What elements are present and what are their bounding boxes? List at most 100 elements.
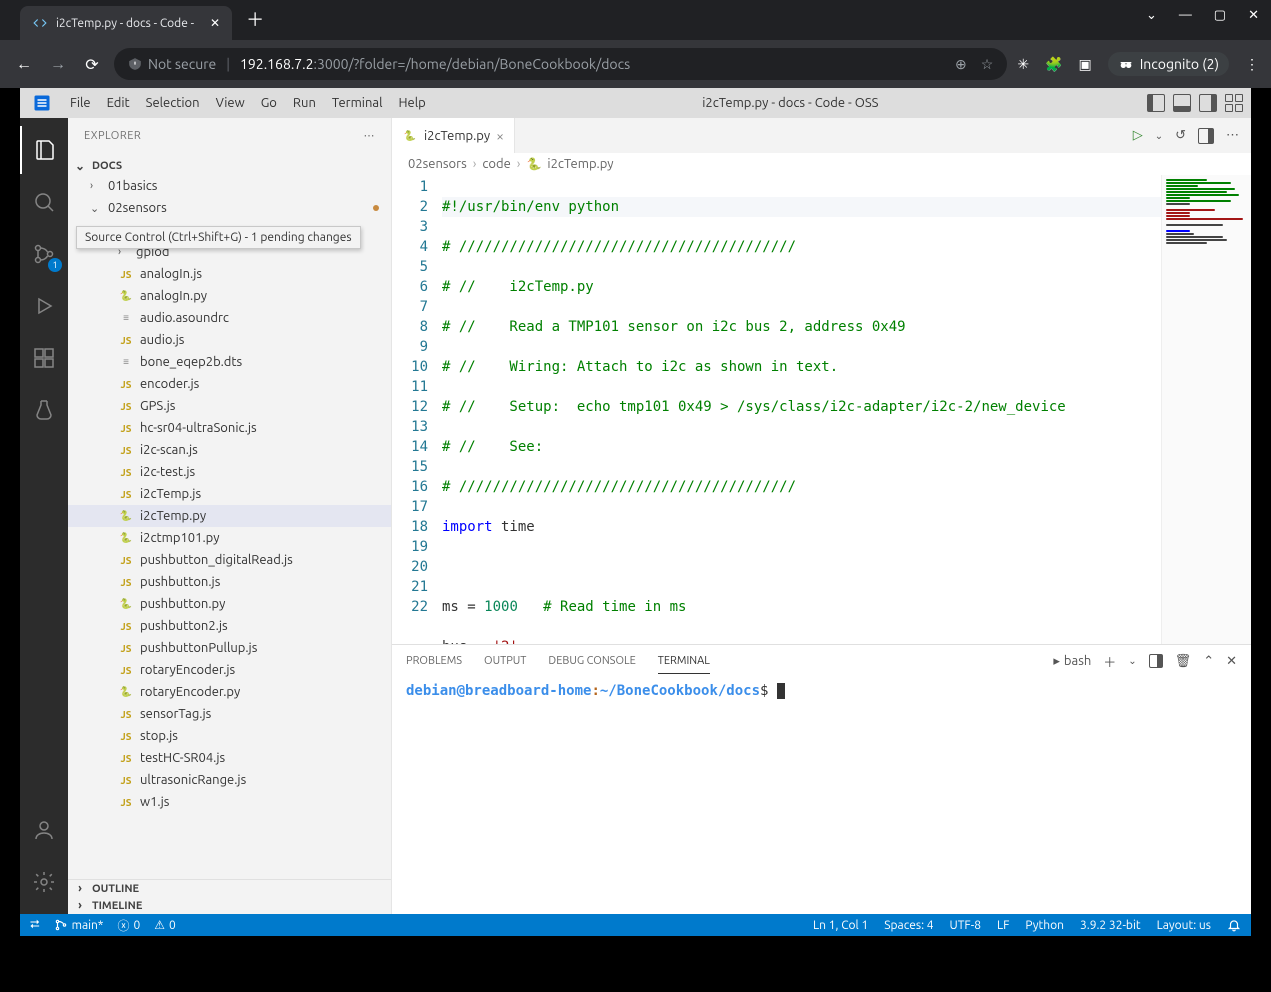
layout-grid-icon[interactable]	[1225, 94, 1243, 112]
file-i2c-scan-js[interactable]: JSi2c-scan.js	[68, 439, 391, 461]
file-rotaryEncoder-js[interactable]: JSrotaryEncoder.js	[68, 659, 391, 681]
run-dropdown-icon[interactable]: ⌄	[1155, 130, 1163, 142]
python-interpreter[interactable]: 3.9.2 32-bit	[1080, 919, 1141, 932]
minimap[interactable]	[1161, 175, 1251, 644]
file-pushbutton-py[interactable]: 🐍pushbutton.py	[68, 593, 391, 615]
editor-more-icon[interactable]: ⋯	[1226, 128, 1239, 143]
incognito-badge[interactable]: Incognito (2)	[1108, 52, 1229, 76]
file-i2cTemp-js[interactable]: JSi2cTemp.js	[68, 483, 391, 505]
file-stop-js[interactable]: JSstop.js	[68, 725, 391, 747]
cursor-position[interactable]: Ln 1, Col 1	[813, 919, 868, 932]
code-content[interactable]: #!/usr/bin/env python # ////////////////…	[442, 175, 1161, 644]
browser-tab[interactable]: i2cTemp.py - docs - Code - ✕	[20, 6, 232, 40]
minimize-icon[interactable]: —	[1179, 8, 1192, 23]
activity-source-control[interactable]: 1	[20, 230, 68, 278]
history-icon[interactable]: ↺	[1175, 128, 1186, 143]
editor-tab-active[interactable]: 🐍 i2cTemp.py ×	[392, 118, 515, 153]
security-status[interactable]: Not secure	[128, 56, 216, 72]
file-hc-sr04-ultraSonic-js[interactable]: JShc-sr04-ultraSonic.js	[68, 417, 391, 439]
new-terminal-icon[interactable]: ＋	[1103, 652, 1116, 671]
forward-button[interactable]: →	[46, 55, 70, 74]
url-bar[interactable]: Not secure | 192.168.7.2:3000/?folder=/h…	[114, 48, 1007, 80]
activity-search[interactable]	[20, 178, 68, 226]
activity-accounts[interactable]	[20, 806, 68, 854]
chevron-down-icon[interactable]: ⌄	[1146, 8, 1157, 23]
maximize-panel-icon[interactable]: ⌃	[1203, 654, 1214, 669]
warnings-count[interactable]: ⚠ 0	[154, 918, 176, 932]
file-rotaryEncoder-py[interactable]: 🐍rotaryEncoder.py	[68, 681, 391, 703]
menu-go[interactable]: Go	[253, 96, 285, 110]
activity-run-debug[interactable]	[20, 282, 68, 330]
breadcrumbs[interactable]: 02sensors› code› 🐍 i2cTemp.py	[392, 153, 1251, 175]
extension-icon[interactable]: ✳	[1017, 56, 1029, 73]
file-pushbuttonPullup-js[interactable]: JSpushbuttonPullup.js	[68, 637, 391, 659]
maximize-icon[interactable]: ▢	[1214, 8, 1226, 23]
app-menu-icon[interactable]	[28, 91, 56, 115]
file-analogIn-py[interactable]: 🐍analogIn.py	[68, 285, 391, 307]
file-pushbutton-js[interactable]: JSpushbutton.js	[68, 571, 391, 593]
file-i2cTemp-py[interactable]: 🐍i2cTemp.py	[68, 505, 391, 527]
menu-icon[interactable]: ⋮	[1245, 56, 1259, 73]
remote-indicator[interactable]: ⮂	[30, 918, 40, 932]
toggle-sidebar-icon[interactable]	[1147, 94, 1165, 112]
close-panel-icon[interactable]: ✕	[1226, 654, 1237, 669]
back-button[interactable]: ←	[12, 55, 36, 74]
terminal-dropdown-icon[interactable]: ⌄	[1128, 655, 1136, 667]
split-terminal-icon[interactable]	[1149, 654, 1163, 668]
panel-tab-terminal[interactable]: TERMINAL	[658, 649, 710, 674]
keyboard-layout[interactable]: Layout: us	[1157, 919, 1211, 932]
new-tab-button[interactable]: ＋	[246, 6, 264, 32]
star-icon[interactable]: ☆	[981, 56, 994, 73]
encoding[interactable]: UTF-8	[950, 919, 981, 932]
menu-help[interactable]: Help	[390, 96, 433, 110]
file-bone_eqep2b-dts[interactable]: ≡bone_eqep2b.dts	[68, 351, 391, 373]
menu-view[interactable]: View	[208, 96, 253, 110]
activity-settings[interactable]	[20, 858, 68, 906]
menu-run[interactable]: Run	[285, 96, 324, 110]
run-button[interactable]: ▷	[1133, 128, 1143, 143]
file-w1-js[interactable]: JSw1.js	[68, 791, 391, 813]
outline-section[interactable]: ›OUTLINE	[68, 880, 391, 897]
language-mode[interactable]: Python	[1025, 919, 1064, 932]
folder-02sensors[interactable]: ⌄02sensors	[68, 197, 391, 219]
menu-edit[interactable]: Edit	[99, 96, 138, 110]
file-pushbutton2-js[interactable]: JSpushbutton2.js	[68, 615, 391, 637]
panel-icon[interactable]: ▣	[1078, 56, 1091, 73]
activity-explorer[interactable]	[20, 126, 68, 174]
panel-tab-output[interactable]: OUTPUT	[484, 649, 526, 673]
file-i2c-test-js[interactable]: JSi2c-test.js	[68, 461, 391, 483]
file-analogIn-js[interactable]: JSanalogIn.js	[68, 263, 391, 285]
timeline-section[interactable]: ›TIMELINE	[68, 897, 391, 914]
explorer-more-icon[interactable]: ⋯	[364, 129, 376, 142]
panel-tab-debug[interactable]: DEBUG CONSOLE	[548, 649, 635, 673]
toggle-secondary-icon[interactable]	[1199, 94, 1217, 112]
code-editor[interactable]: 12345678910111213141516171819202122 #!/u…	[392, 175, 1251, 644]
terminal-profile[interactable]: ▸ bash	[1053, 654, 1091, 669]
terminal[interactable]: debian@breadboard-home:~/BoneCookbook/do…	[392, 677, 1251, 914]
kill-terminal-icon[interactable]: 🗑	[1175, 654, 1192, 669]
file-pushbutton_digitalRead-js[interactable]: JSpushbutton_digitalRead.js	[68, 549, 391, 571]
file-GPS-js[interactable]: JSGPS.js	[68, 395, 391, 417]
zoom-icon[interactable]: ⊕	[955, 56, 967, 73]
eol[interactable]: LF	[997, 919, 1009, 932]
toggle-panel-icon[interactable]	[1173, 94, 1191, 112]
activity-extensions[interactable]	[20, 334, 68, 382]
menu-terminal[interactable]: Terminal	[324, 96, 391, 110]
close-window-icon[interactable]: ✕	[1248, 8, 1259, 23]
tab-close-icon[interactable]: ✕	[210, 16, 220, 30]
indentation[interactable]: Spaces: 4	[884, 919, 933, 932]
file-audio-asoundrc[interactable]: ≡audio.asoundrc	[68, 307, 391, 329]
file-testHC-SR04-js[interactable]: JStestHC-SR04.js	[68, 747, 391, 769]
puzzle-icon[interactable]: 🧩	[1045, 56, 1062, 73]
panel-tab-problems[interactable]: PROBLEMS	[406, 649, 462, 673]
tab-close-icon[interactable]: ×	[496, 128, 504, 144]
file-encoder-js[interactable]: JSencoder.js	[68, 373, 391, 395]
reload-button[interactable]: ⟳	[80, 55, 104, 74]
menu-selection[interactable]: Selection	[138, 96, 208, 110]
split-editor-icon[interactable]	[1198, 128, 1214, 144]
folder-01basics[interactable]: ›01basics	[68, 175, 391, 197]
notifications-icon[interactable]	[1227, 918, 1241, 932]
menu-file[interactable]: File	[62, 96, 99, 110]
folder-root[interactable]: ⌄DOCS	[68, 157, 391, 175]
file-i2ctmp101-py[interactable]: 🐍i2ctmp101.py	[68, 527, 391, 549]
